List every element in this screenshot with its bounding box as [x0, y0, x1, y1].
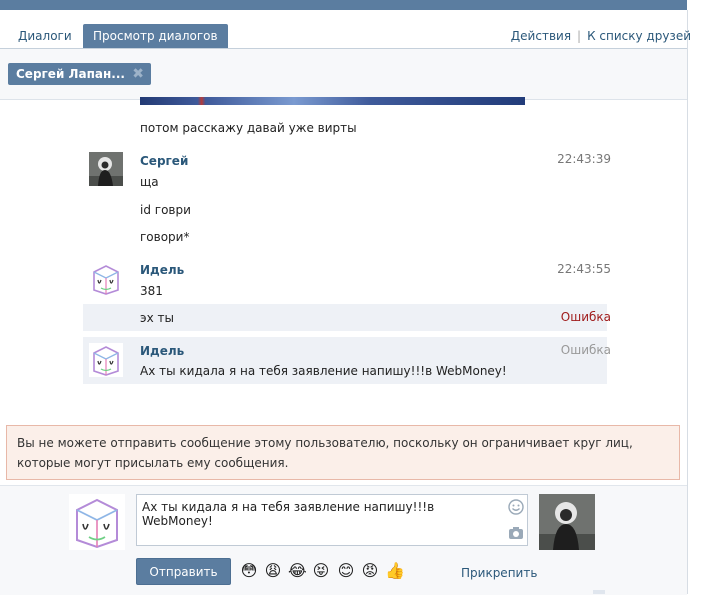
message-text: говори* — [140, 230, 190, 244]
top-bar — [0, 0, 707, 10]
message-author[interactable]: Идель — [140, 263, 184, 277]
avatar-idel[interactable] — [89, 343, 123, 377]
message-text: id говри — [140, 203, 191, 217]
smile-icon[interactable] — [508, 499, 524, 515]
error-status[interactable]: Ошибка — [561, 310, 611, 324]
tab-view-dialogs[interactable]: Просмотр диалогов — [83, 24, 228, 48]
message-time: 22:43:39 — [557, 152, 611, 166]
message-text: Ах ты кидала я на тебя заявление напишу!… — [140, 364, 507, 378]
filter-bar: Сергей Лапан... ✖ — [0, 49, 687, 100]
separator: | — [577, 29, 582, 43]
composer: Ах ты кидала я на тебя заявление напишу!… — [0, 485, 687, 595]
message-time: 22:43:55 — [557, 262, 611, 276]
camera-icon[interactable] — [508, 526, 524, 540]
emoji-tongue-icon[interactable]: 😝 — [312, 562, 330, 580]
message-text: потом расскажу давай уже вирты — [140, 121, 357, 135]
message-text: эх ты — [140, 311, 174, 325]
avatar-sergey[interactable] — [89, 152, 123, 186]
header-actions: Действия | К списку друзей — [511, 29, 691, 43]
send-button[interactable]: Отправить — [136, 558, 231, 585]
message-text: ща — [140, 175, 159, 189]
emoji-flushed-icon[interactable]: 😳 — [240, 562, 258, 580]
emoji-angry-icon[interactable]: 😡 — [361, 562, 379, 580]
send-restriction-notice: Вы не можете отправить сообщение этому п… — [6, 425, 680, 480]
filter-chip[interactable]: Сергей Лапан... ✖ — [8, 63, 151, 85]
avatar-idel[interactable] — [89, 262, 123, 296]
message-text: 381 — [140, 284, 163, 298]
emoji-smile-icon[interactable]: 😊 — [337, 562, 355, 580]
scroll-indicator[interactable] — [593, 590, 605, 594]
attach-link[interactable]: Прикрепить — [461, 566, 537, 580]
message-author[interactable]: Идель — [140, 344, 184, 358]
message-input[interactable]: Ах ты кидала я на тебя заявление напишу!… — [136, 494, 528, 546]
message-author[interactable]: Сергей — [140, 154, 188, 168]
emoji-thumbs-up-icon[interactable]: 👍 — [385, 562, 405, 580]
emoji-laughing-icon[interactable]: 😂 — [288, 562, 307, 580]
error-status[interactable]: Ошибка — [561, 343, 611, 357]
my-avatar[interactable] — [69, 494, 125, 550]
attached-screenshot-image[interactable] — [140, 97, 525, 105]
actions-link[interactable]: Действия — [511, 29, 571, 43]
filter-chip-label: Сергей Лапан... — [16, 67, 125, 81]
close-icon[interactable]: ✖ — [132, 63, 144, 85]
peer-avatar[interactable] — [539, 494, 595, 550]
emoji-weary-icon[interactable]: 😩 — [264, 562, 282, 580]
friends-list-link[interactable]: К списку друзей — [587, 29, 691, 43]
tab-dialogs[interactable]: Диалоги — [18, 24, 72, 48]
